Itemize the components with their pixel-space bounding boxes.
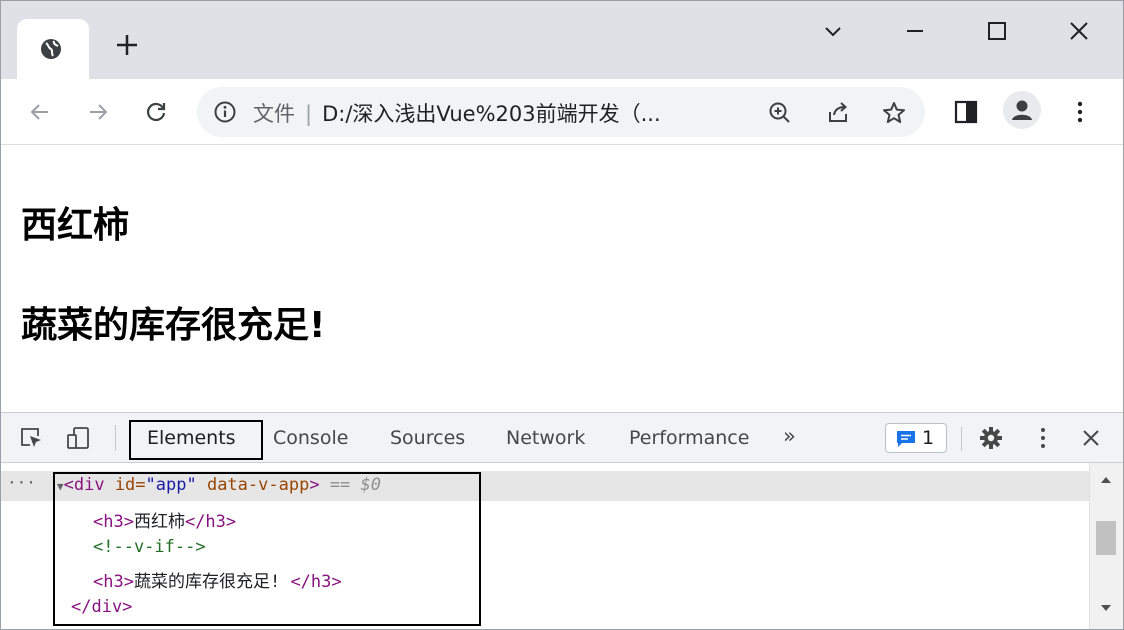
reload-button[interactable]	[139, 95, 173, 129]
maximize-button[interactable]	[977, 15, 1017, 47]
arrow-right-icon	[90, 104, 108, 120]
close-window-button[interactable]	[1059, 15, 1099, 47]
more-tabs-button[interactable]: »	[783, 424, 796, 448]
tab-network[interactable]: Network	[506, 427, 585, 449]
heading-tomato: 西红柿	[21, 205, 130, 246]
tab-strip	[1, 1, 1123, 79]
issues-button[interactable]: 1	[885, 423, 947, 453]
minimize-button[interactable]	[895, 15, 935, 47]
elements-tab-highlight	[129, 420, 263, 460]
devtools-panel: Elements Console Sources Network Perform…	[1, 412, 1123, 629]
browser-window: 文件 | D:/深入浅出Vue%203前端开发（... 西红柿 蔬菜的库存很充足…	[0, 0, 1124, 630]
chevron-down-icon	[825, 27, 841, 37]
close-icon	[1070, 22, 1088, 40]
info-icon[interactable]	[213, 100, 237, 124]
dom-tree: ··· ▼<div id="app" data-v-app> == $0 <h3…	[1, 463, 1089, 629]
browser-tab[interactable]	[17, 19, 89, 79]
url-value: D:/深入浅出Vue%203前端开发（...	[322, 102, 661, 126]
profile-button[interactable]	[1003, 91, 1041, 129]
plus-icon	[117, 35, 137, 55]
dom-scrollbar[interactable]	[1089, 463, 1123, 629]
address-bar[interactable]: 文件 | D:/深入浅出Vue%203前端开发（...	[197, 87, 925, 137]
page-content: 西红柿 蔬菜的库存很充足!	[1, 146, 1123, 412]
devtools-divider	[115, 425, 116, 451]
arrow-left-icon	[30, 104, 48, 120]
globe-icon	[41, 39, 61, 59]
share-icon[interactable]	[825, 100, 851, 126]
browser-toolbar: 文件 | D:/深入浅出Vue%203前端开发（...	[1, 79, 1123, 145]
node-actions-dots[interactable]: ···	[7, 473, 36, 492]
device-toolbar-icon[interactable]	[65, 424, 93, 452]
issues-count: 1	[922, 427, 935, 449]
side-panel-button[interactable]	[949, 95, 983, 129]
tab-search-button[interactable]	[813, 15, 853, 47]
star-icon[interactable]	[881, 100, 907, 126]
url-text[interactable]: 文件 | D:/深入浅出Vue%203前端开发（...	[253, 98, 661, 128]
tab-performance[interactable]: Performance	[629, 427, 749, 449]
reload-icon	[146, 102, 166, 122]
forward-button[interactable]	[81, 95, 115, 129]
new-tab-button[interactable]	[113, 31, 141, 59]
dom-tree-highlight	[53, 472, 481, 626]
gear-icon[interactable]	[977, 424, 1005, 452]
zoom-in-icon[interactable]	[767, 100, 793, 126]
devtools-divider-right	[961, 427, 962, 451]
close-devtools-icon[interactable]	[1077, 424, 1105, 452]
scroll-down-icon[interactable]	[1100, 603, 1112, 613]
scrollbar-thumb[interactable]	[1096, 521, 1116, 555]
scroll-up-icon[interactable]	[1100, 475, 1112, 485]
url-scheme-label: 文件	[253, 102, 295, 126]
tab-sources[interactable]: Sources	[390, 427, 465, 449]
heading-stock-status: 蔬菜的库存很充足!	[21, 305, 326, 346]
url-separator: |	[305, 102, 313, 126]
tab-console[interactable]: Console	[273, 427, 348, 449]
back-button[interactable]	[23, 95, 57, 129]
minimize-icon	[907, 30, 923, 32]
kebab-menu-icon	[1077, 101, 1083, 123]
devtools-kebab-menu-icon[interactable]	[1029, 424, 1057, 452]
issues-chat-icon	[897, 431, 915, 447]
side-panel-icon	[954, 100, 978, 124]
devtools-tab-bar: Elements Console Sources Network Perform…	[1, 413, 1123, 463]
avatar-icon	[1012, 100, 1032, 120]
maximize-icon	[988, 22, 1006, 40]
browser-menu-button[interactable]	[1063, 95, 1097, 129]
inspect-element-icon[interactable]	[17, 424, 45, 452]
